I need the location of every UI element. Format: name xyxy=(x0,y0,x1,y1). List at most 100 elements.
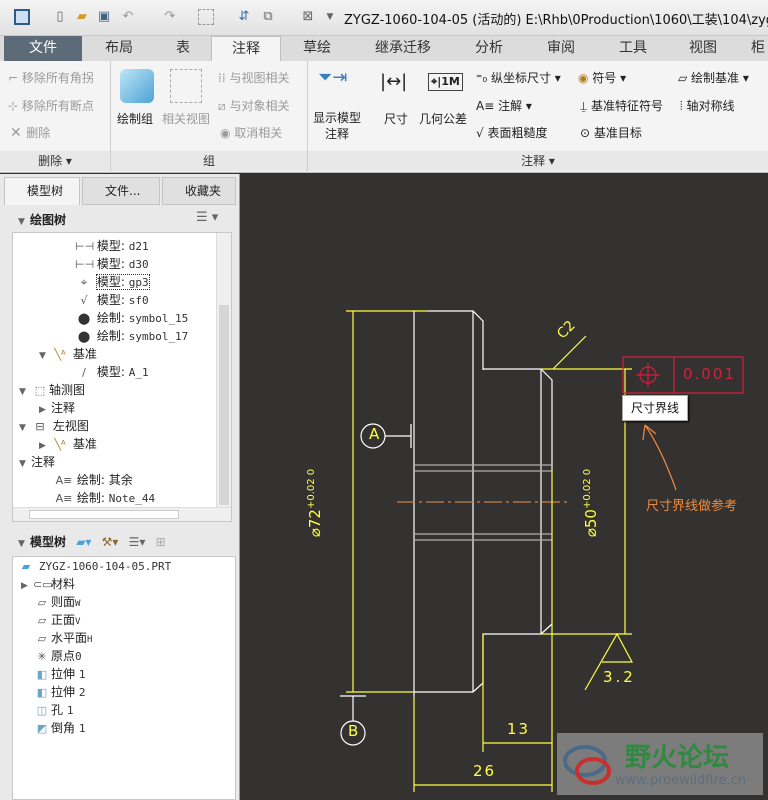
symbol-icon: ◉ xyxy=(578,71,592,85)
tree-item[interactable]: A≡ 绘制: Note_44 xyxy=(55,489,155,507)
panel-tab-favorites[interactable]: 收藏夹 xyxy=(162,177,236,205)
tree-item[interactable]: ◧拉伸 2 xyxy=(33,683,85,701)
dimension-26[interactable]: 26 xyxy=(473,762,496,780)
surface-finish-button[interactable]: √ 表面粗糙度 xyxy=(476,124,547,141)
gtol-button[interactable]: 几何公差 xyxy=(419,110,467,127)
tree-item[interactable]: √ 模型: sf0 xyxy=(75,291,149,309)
tree-item[interactable]: ▼注释 xyxy=(19,453,55,471)
roughness-value[interactable]: 3.2 xyxy=(603,668,636,686)
draw-group-button[interactable]: 绘制组 xyxy=(117,110,153,127)
gtol-value[interactable]: 0.001 xyxy=(683,365,736,383)
dimension-13[interactable]: 13 xyxy=(507,720,530,738)
show-hide-icon[interactable]: ⊞ xyxy=(156,535,166,549)
tree-item[interactable]: ⬤ 绘制: symbol_15 xyxy=(75,309,188,327)
datum-b-label: B xyxy=(348,722,358,740)
tree-item[interactable]: ◧拉伸 1 xyxy=(33,665,85,683)
tree-settings-icon[interactable]: ☰▾ xyxy=(129,535,146,549)
tab-layout[interactable]: 布局 xyxy=(84,36,154,61)
new-file-icon[interactable]: ▯ xyxy=(52,9,68,25)
tab-table[interactable]: 表 xyxy=(156,36,210,61)
datum-target-button[interactable]: ⊙ 基准目标 xyxy=(580,124,642,141)
scrollbar-thumb[interactable] xyxy=(29,510,179,519)
datum-plane-icon: ▱ xyxy=(33,630,51,648)
scrollbar-thumb[interactable] xyxy=(219,305,229,505)
delete-x-icon: ✕ xyxy=(10,125,26,141)
related-view-button[interactable]: 相关视图 xyxy=(162,110,210,127)
tree-item[interactable]: ▱则面W xyxy=(33,593,80,611)
unrelate-button[interactable]: ◉ 取消相关 xyxy=(220,124,282,141)
collapse-arrow-icon: ▼ xyxy=(18,212,30,232)
tree-item-root[interactable]: ▰ ZYGZ-1060-104-05.PRT xyxy=(17,557,171,575)
draw-datum-button[interactable]: ▱ 绘制基准 ▾ xyxy=(678,69,749,86)
tree-item[interactable]: A≡ 绘制: 其余 xyxy=(55,471,133,489)
dimension-d72[interactable]: ⌀72+0.02 0 xyxy=(306,469,324,537)
tab-more[interactable]: 柜 xyxy=(738,36,768,61)
symbol-button[interactable]: ◉ 符号 ▾ xyxy=(578,69,626,86)
object-related-button[interactable]: ⧄ 与对象相关 xyxy=(218,97,289,114)
tree-item[interactable]: ⬤ 绘制: symbol_17 xyxy=(75,327,188,345)
horizontal-scrollbar[interactable] xyxy=(13,507,231,521)
tab-tools[interactable]: 工具 xyxy=(598,36,668,61)
undo-icon[interactable]: ↶ xyxy=(120,9,136,25)
part-icon[interactable]: ▰▾ xyxy=(76,535,91,549)
open-file-icon[interactable]: ▰ xyxy=(74,9,90,25)
tree-item[interactable]: ✳原点0 xyxy=(33,647,82,665)
windows-icon[interactable]: ⧉ xyxy=(260,9,276,25)
show-model-annotation-button[interactable]: 显示模型注释 xyxy=(313,110,361,142)
symbol-icon: ⬤ xyxy=(75,310,93,328)
draw-group-icon xyxy=(120,69,154,103)
tree-item-selected[interactable]: ⌖ 模型: gp3 xyxy=(75,273,149,291)
select-box-icon[interactable] xyxy=(198,9,214,25)
app-icon[interactable] xyxy=(14,9,30,25)
tree-item[interactable]: ⊢⊣ 模型: d30 xyxy=(75,255,149,273)
customize-dropdown-icon[interactable]: ▼ xyxy=(322,9,338,25)
delete-group-label[interactable]: 删除 ▾ xyxy=(0,151,110,171)
save-icon[interactable]: ▣ xyxy=(96,9,112,25)
remove-all-jogs-button[interactable]: ⌐ 移除所有角拐 xyxy=(8,69,94,86)
extrude-icon: ◧ xyxy=(33,666,51,684)
dimension-button[interactable]: 尺寸 xyxy=(384,110,408,127)
tree-item[interactable]: ⊢⊣ 模型: d21 xyxy=(75,237,149,255)
ordinate-dimension-button[interactable]: ⁼₀ 纵坐标尺寸 ▾ xyxy=(476,69,561,86)
tree-item[interactable]: ▶╲ᴬ 基准 xyxy=(39,435,97,453)
tree-item[interactable]: ▼⬚轴测图 xyxy=(19,381,85,399)
datum-target-icon: ⊙ xyxy=(580,126,594,140)
tab-analysis[interactable]: 分析 xyxy=(454,36,524,61)
delete-button[interactable]: ✕ 删除 xyxy=(10,124,50,141)
expand-arrow-icon: ▶ xyxy=(21,577,33,595)
tree-settings-icon[interactable]: ☰ ▾ xyxy=(196,210,218,225)
tree-item[interactable]: / 模型: A_1 xyxy=(75,363,149,381)
tree-item[interactable]: ◩倒角 1 xyxy=(33,719,85,737)
drawing-canvas[interactable]: A B ⌀72+0.02 0 ⌀50+0.02 0 C2 0.001 3.2 1… xyxy=(241,174,768,800)
tree-item[interactable]: ◫孔 1 xyxy=(33,701,73,719)
vertical-scrollbar[interactable] xyxy=(216,233,231,507)
note-button[interactable]: A≡ 注解 ▾ xyxy=(476,97,532,114)
tools-icon[interactable]: ⚒▾ xyxy=(102,535,119,549)
datum-feature-symbol-button[interactable]: ⍊ 基准特征符号 xyxy=(580,97,663,114)
tab-sketch[interactable]: 草绘 xyxy=(282,36,352,61)
tree-item[interactable]: ▱水平面H xyxy=(33,629,92,647)
axis-symmetry-button[interactable]: ⦙ 轴对称线 xyxy=(680,97,735,114)
view-related-button[interactable]: ⁞⁞ 与视图相关 xyxy=(218,69,289,86)
annotation-lines xyxy=(346,311,632,792)
annotation-group-label[interactable]: 注释 ▾ xyxy=(308,151,768,171)
tab-legacy-migration[interactable]: 继承迁移 xyxy=(354,36,452,61)
tree-item[interactable]: ▼╲ᴬ 基准 xyxy=(39,345,97,363)
regenerate-icon[interactable]: ⇵ xyxy=(236,9,252,25)
redo-icon[interactable]: ↷ xyxy=(162,9,178,25)
tree-item[interactable]: ▼⊟ 左视图 xyxy=(19,417,89,435)
remove-all-breaks-button[interactable]: ⊹ 移除所有断点 xyxy=(8,97,94,114)
callout-note: 尺寸界线做参考 xyxy=(646,495,737,514)
tab-view[interactable]: 视图 xyxy=(670,36,736,61)
panel-tab-files[interactable]: 文件... xyxy=(82,177,160,205)
tree-item[interactable]: ▶⊂▭材料 xyxy=(21,575,75,593)
panel-tab-model-tree[interactable]: 模型树 xyxy=(4,177,80,205)
tab-review[interactable]: 审阅 xyxy=(526,36,596,61)
tab-file[interactable]: 文件 xyxy=(4,36,82,61)
dimension-d50[interactable]: ⌀50+0.02 0 xyxy=(582,469,600,537)
model-tree-header[interactable]: ▼模型树 ▰▾ ⚒▾ ☰▾ ⊞ xyxy=(0,530,238,554)
tab-annotate[interactable]: 注释 xyxy=(211,36,281,62)
tree-item[interactable]: ▱正面V xyxy=(33,611,80,629)
close-window-icon[interactable]: ⊠ xyxy=(300,9,316,25)
tree-item[interactable]: ▶注释 xyxy=(39,399,75,417)
